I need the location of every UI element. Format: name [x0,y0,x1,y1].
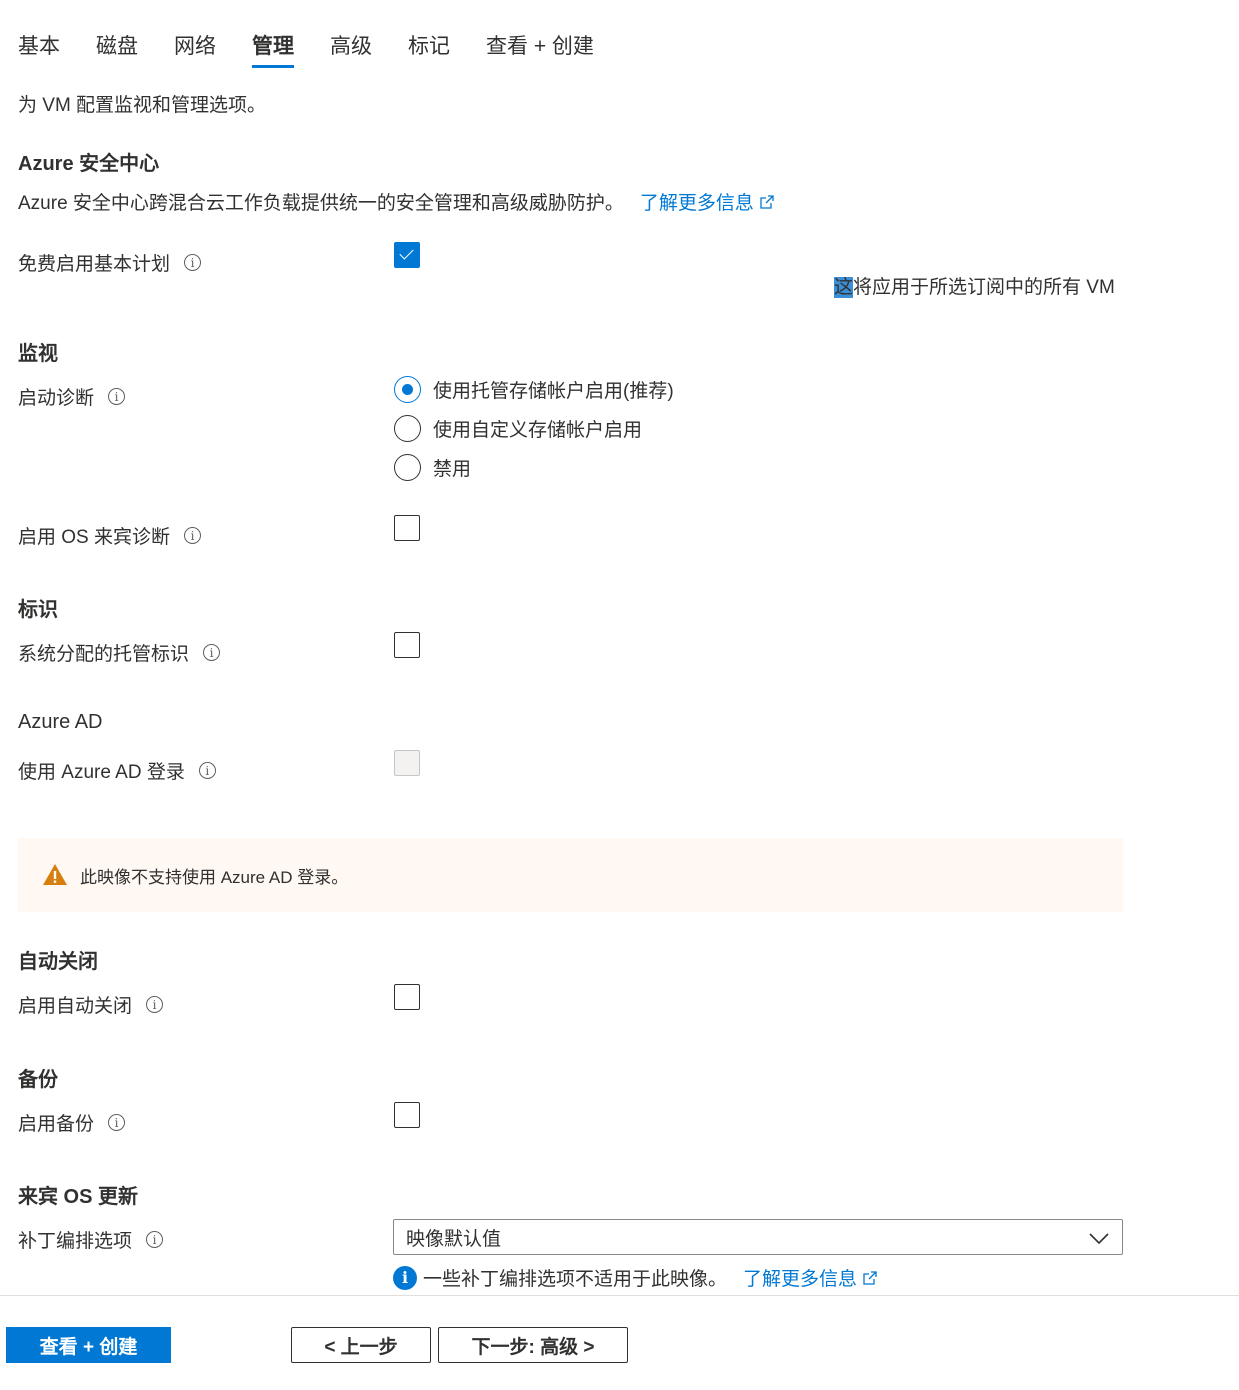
radio-label: 使用托管存储帐户启用(推荐) [433,381,674,402]
backup-checkbox[interactable] [394,1102,420,1128]
azure-ad-login-checkbox [394,750,420,776]
azure-ad-warning-banner: 此映像不支持使用 Azure AD 登录。 [18,838,1123,912]
basic-plan-note: 这将应用于所选订阅中的所有 VM [834,272,1115,299]
learn-more-label: 了解更多信息 [639,193,754,214]
radio-custom-storage[interactable]: 使用自定义存储帐户启用 [394,415,642,442]
section-title-identity: 标识 [18,599,58,621]
radio-disabled[interactable]: 禁用 [394,454,471,481]
radio-button[interactable] [394,454,421,481]
managed-identity-label-row: 系统分配的托管标识 i [18,639,221,666]
patch-info-message: i 一些补丁编排选项不适用于此映像。 了解更多信息 [393,1264,877,1291]
tab-disks[interactable]: 磁盘 [96,30,138,60]
backup-label-row: 启用备份 i [18,1109,126,1136]
tab-tags[interactable]: 标记 [408,30,450,60]
boot-diagnostics-label-row: 启动诊断 i [18,383,126,410]
basic-plan-checkbox[interactable] [394,242,420,268]
backup-label: 启用备份 [18,1114,95,1135]
warning-text: 此映像不支持使用 Azure AD 登录。 [80,867,349,887]
info-icon[interactable]: i [146,1231,164,1248]
os-guest-diagnostics-checkbox[interactable] [394,515,420,541]
radio-managed-storage[interactable]: 使用托管存储帐户启用(推荐) [394,376,674,403]
section-title-guest-os-update: 来宾 OS 更新 [18,1186,139,1208]
tab-advanced[interactable]: 高级 [330,30,372,60]
info-icon[interactable]: i [108,1114,126,1131]
basic-plan-label: 免费启用基本计划 [18,254,171,275]
info-icon[interactable]: i [184,527,202,544]
section-title-monitoring: 监视 [18,343,58,365]
patch-orchestration-label: 补丁编排选项 [18,1231,133,1252]
next-advanced-button[interactable]: 下一步: 高级 > [438,1327,628,1363]
section-title-security-center: Azure 安全中心 [18,153,160,175]
info-filled-icon: i [393,1265,417,1290]
security-center-learn-more-link[interactable]: 了解更多信息 [640,188,774,215]
auto-shutdown-checkbox[interactable] [394,984,420,1010]
external-link-icon [760,195,774,212]
chevron-down-icon [1089,1233,1109,1245]
tab-basics[interactable]: 基本 [18,30,60,60]
footer-divider [0,1295,1239,1296]
info-icon[interactable]: i [108,388,126,405]
review-create-button[interactable]: 查看 + 创建 [6,1327,171,1363]
active-tab-indicator [252,65,294,68]
security-center-description-row: Azure 安全中心跨混合云工作负载提供统一的安全管理和高级威胁防护。 了解更多… [18,188,774,215]
auto-shutdown-label: 启用自动关闭 [18,996,133,1017]
section-title-azure-ad: Azure AD [18,711,103,733]
security-center-description: Azure 安全中心跨混合云工作负载提供统一的安全管理和高级威胁防护。 [18,193,624,214]
section-title-backup: 备份 [18,1069,58,1091]
warning-icon [43,864,67,885]
previous-button[interactable]: < 上一步 [291,1327,431,1363]
managed-identity-checkbox[interactable] [394,632,420,658]
tab-networking[interactable]: 网络 [174,30,216,60]
info-icon[interactable]: i [203,644,221,661]
tab-review-create[interactable]: 查看 + 创建 [486,30,594,60]
info-icon[interactable]: i [184,254,202,271]
note-text: 将应用于所选订阅中的所有 VM [853,277,1115,298]
info-icon[interactable]: i [198,762,216,779]
radio-label: 禁用 [433,459,472,480]
patch-learn-more-link[interactable]: 了解更多信息 [743,1264,877,1291]
azure-ad-login-label: 使用 Azure AD 登录 [18,762,185,783]
patch-info-text: 一些补丁编排选项不适用于此映像。 [423,1269,728,1290]
azure-ad-login-label-row: 使用 Azure AD 登录 i [18,757,216,784]
learn-more-label: 了解更多信息 [743,1269,858,1290]
radio-label: 使用自定义存储帐户启用 [433,420,643,441]
tab-management[interactable]: 管理 [252,30,294,60]
radio-button-selected[interactable] [394,376,421,403]
info-icon[interactable]: i [146,996,164,1013]
radio-button[interactable] [394,415,421,442]
os-guest-diagnostics-label: 启用 OS 来宾诊断 [18,527,171,548]
boot-diagnostics-label: 启动诊断 [18,388,95,409]
os-guest-diagnostics-label-row: 启用 OS 来宾诊断 i [18,522,202,549]
dropdown-selected-value: 映像默认值 [406,1228,502,1250]
note-selected-text: 这 [834,277,854,298]
managed-identity-label: 系统分配的托管标识 [18,644,190,665]
basic-plan-label-row: 免费启用基本计划 i [18,249,202,276]
external-link-icon [863,1271,877,1288]
patch-orchestration-label-row: 补丁编排选项 i [18,1226,164,1253]
page-description: 为 VM 配置监视和管理选项。 [18,95,267,116]
section-title-auto-shutdown: 自动关闭 [18,951,98,973]
auto-shutdown-label-row: 启用自动关闭 i [18,991,164,1018]
patch-orchestration-dropdown[interactable]: 映像默认值 [393,1219,1123,1255]
